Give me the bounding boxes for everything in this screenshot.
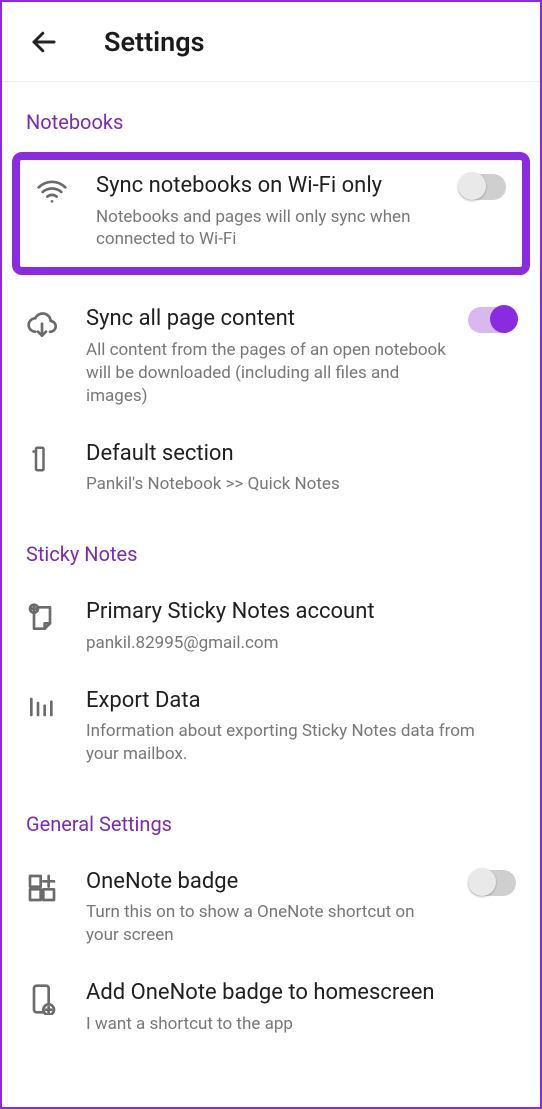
setting-default-section[interactable]: Default section Pankil's Notebook >> Qui…	[2, 426, 540, 514]
setting-sync-wifi[interactable]: Sync notebooks on Wi-Fi only Notebooks a…	[30, 172, 512, 267]
section-icon	[26, 444, 56, 474]
app-bar: Settings	[2, 2, 540, 82]
setting-title: OneNote badge	[86, 868, 450, 896]
setting-title: Default section	[86, 440, 508, 468]
setting-add-homescreen[interactable]: Add OneNote badge to homescreen I want a…	[2, 965, 540, 1053]
setting-title: Primary Sticky Notes account	[86, 598, 508, 626]
highlighted-setting: Sync notebooks on Wi-Fi only Notebooks a…	[12, 152, 530, 275]
cloud-download-icon	[26, 309, 58, 341]
sticky-note-icon	[26, 602, 58, 634]
setting-title: Export Data	[86, 687, 508, 715]
toggle-sync-all[interactable]	[468, 307, 516, 333]
page-title: Settings	[104, 26, 205, 58]
setting-subtitle: Information about exporting Sticky Notes…	[86, 720, 508, 766]
setting-title: Sync all page content	[86, 305, 450, 333]
setting-subtitle: Notebooks and pages will only sync when …	[96, 206, 440, 252]
back-button[interactable]	[26, 24, 62, 60]
setting-title: Add OneNote badge to homescreen	[86, 979, 508, 1007]
setting-subtitle: pankil.82995@gmail.com	[86, 632, 508, 655]
section-header-notebooks: Notebooks	[2, 82, 540, 152]
arrow-left-icon	[29, 27, 59, 57]
setting-sync-all[interactable]: Sync all page content All content from t…	[2, 291, 540, 425]
wifi-icon	[36, 176, 68, 208]
section-header-sticky: Sticky Notes	[2, 514, 540, 584]
toggle-sync-wifi[interactable]	[458, 174, 506, 200]
phone-add-icon	[26, 983, 58, 1015]
setting-title: Sync notebooks on Wi-Fi only	[96, 172, 440, 200]
section-header-general: General Settings	[2, 784, 540, 854]
setting-subtitle: I want a shortcut to the app	[86, 1013, 508, 1036]
toggle-onenote-badge[interactable]	[468, 870, 516, 896]
setting-subtitle: Turn this on to show a OneNote shortcut …	[86, 901, 450, 947]
export-icon	[26, 691, 58, 723]
setting-subtitle: All content from the pages of an open no…	[86, 339, 450, 408]
setting-subtitle: Pankil's Notebook >> Quick Notes	[86, 473, 508, 496]
setting-primary-account[interactable]: Primary Sticky Notes account pankil.8299…	[2, 584, 540, 672]
setting-onenote-badge[interactable]: OneNote badge Turn this on to show a One…	[2, 854, 540, 965]
settings-screen: Settings Notebooks Sync notebooks on Wi-…	[0, 0, 542, 1109]
setting-export-data[interactable]: Export Data Information about exporting …	[2, 673, 540, 784]
widget-add-icon	[26, 872, 58, 904]
